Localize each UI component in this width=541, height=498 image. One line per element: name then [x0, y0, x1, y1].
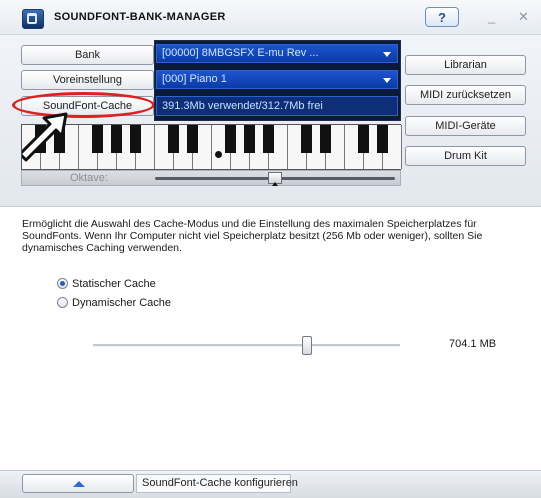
window-title: SOUNDFONT-BANK-MANAGER	[54, 11, 226, 23]
black-key[interactable]	[111, 125, 122, 153]
expand-button[interactable]	[22, 474, 134, 493]
bank-select-value: [00000] 8MBGSFX E-mu Rev ...	[162, 47, 319, 59]
black-key[interactable]	[130, 125, 141, 153]
black-key[interactable]	[225, 125, 236, 153]
octave-slider-thumb[interactable]	[268, 172, 282, 186]
librarian-button[interactable]: Librarian	[405, 55, 526, 75]
black-key[interactable]	[168, 125, 179, 153]
piano-keyboard[interactable]	[21, 124, 402, 170]
black-key[interactable]	[358, 125, 369, 153]
app-logo-icon	[22, 9, 44, 29]
cache-size-slider-track[interactable]	[93, 344, 400, 347]
preset-select[interactable]: [000] Piano 1	[156, 70, 398, 89]
black-key[interactable]	[92, 125, 103, 153]
window-controls: _ ✕	[478, 9, 536, 31]
cache-description: Ermöglicht die Auswahl des Cache-Modus u…	[22, 218, 483, 254]
middle-c-marker	[215, 151, 222, 158]
cache-size-slider-thumb[interactable]	[302, 336, 312, 355]
radio-unselected-icon	[57, 297, 68, 308]
black-key[interactable]	[377, 125, 388, 153]
bank-select[interactable]: [00000] 8MBGSFX E-mu Rev ...	[156, 44, 398, 63]
midi-reset-button[interactable]: MIDI zurücksetzen	[405, 85, 526, 105]
drum-kit-button[interactable]: Drum Kit	[405, 146, 526, 166]
chevron-down-icon	[383, 52, 391, 57]
radio-selected-icon	[57, 278, 68, 289]
cache-size-value: 704.1 MB	[449, 338, 497, 350]
status-text: SoundFont-Cache konfigurieren	[136, 474, 298, 493]
soundfont-bank-manager-window: SOUNDFONT-BANK-MANAGER ? _ ✕ Bank Vorein…	[0, 0, 541, 498]
minimize-icon[interactable]: _	[488, 9, 495, 24]
cache-usage-readout: 391.3Mb verwendet/312.7Mb frei	[156, 96, 398, 116]
dynamic-cache-label: Dynamischer Cache	[72, 297, 172, 309]
black-key[interactable]	[187, 125, 198, 153]
help-button[interactable]: ?	[425, 7, 459, 27]
chevron-up-icon	[73, 481, 85, 487]
black-key[interactable]	[244, 125, 255, 153]
bank-button[interactable]: Bank	[21, 45, 154, 65]
static-cache-label: Statischer Cache	[72, 278, 156, 290]
close-icon[interactable]: ✕	[518, 9, 529, 25]
chevron-down-icon	[383, 78, 391, 83]
octave-label: Oktave:	[70, 172, 108, 184]
black-key[interactable]	[320, 125, 331, 153]
black-key[interactable]	[263, 125, 274, 153]
black-key[interactable]	[301, 125, 312, 153]
preset-button[interactable]: Voreinstellung	[21, 70, 154, 90]
pointer-arrow-icon	[22, 112, 68, 162]
preset-select-value: [000] Piano 1	[162, 73, 227, 85]
title-bar: SOUNDFONT-BANK-MANAGER ? _ ✕	[0, 0, 541, 35]
midi-devices-button[interactable]: MIDI-Geräte	[405, 116, 526, 136]
